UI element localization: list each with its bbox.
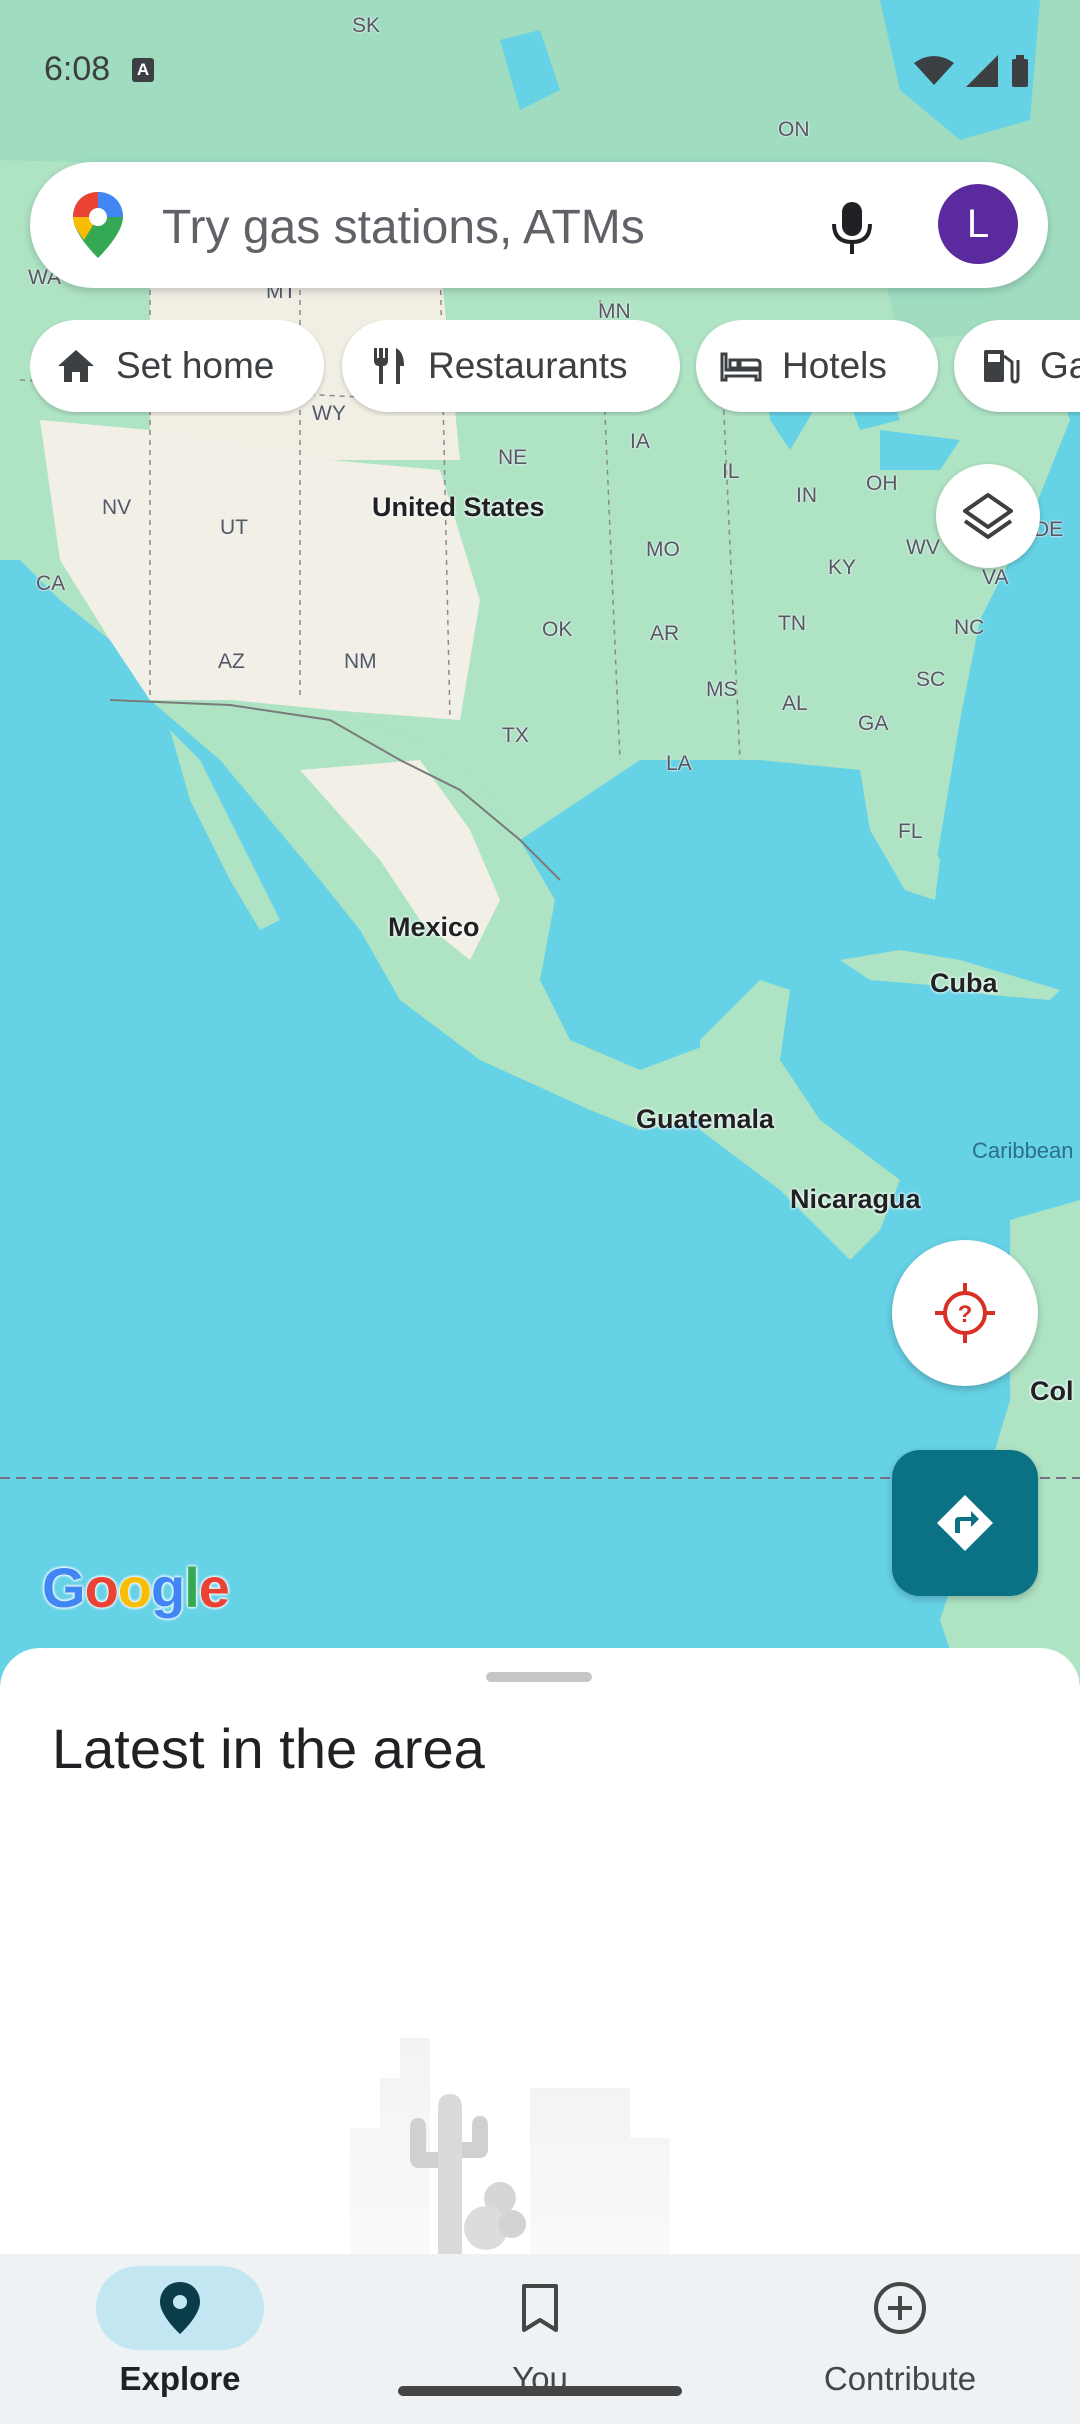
map-label-state: OK	[542, 618, 573, 641]
status-bar: 6:08 A	[0, 0, 1080, 140]
add-circle-icon	[870, 2278, 930, 2338]
bottom-sheet[interactable]: Latest in the area	[0, 1648, 1080, 2254]
chip-label: Ga	[1040, 345, 1080, 386]
directions-icon	[937, 1495, 993, 1551]
gesture-bar[interactable]	[398, 2386, 682, 2396]
map-label-state: LA	[666, 752, 692, 775]
map-label-country[interactable]: Col	[1030, 1376, 1074, 1407]
map-label-country[interactable]: United States	[372, 492, 545, 523]
battery-icon	[1012, 55, 1028, 87]
restaurant-icon	[366, 344, 410, 388]
layers-button[interactable]	[936, 464, 1040, 568]
search-input[interactable]: Try gas stations, ATMs	[162, 200, 645, 255]
chip-restaurants[interactable]: Restaurants	[342, 320, 680, 412]
nav-label: Explore	[119, 2360, 241, 2397]
map-label-state: NM	[344, 650, 377, 673]
svg-text:?: ?	[958, 1301, 973, 1328]
nav-contribute[interactable]: Contribute	[720, 2254, 1080, 2424]
map-label-state: VA	[982, 566, 1009, 589]
map-label-state: TX	[502, 724, 529, 747]
notification-icon: A	[132, 58, 154, 82]
map-label-sea: Caribbean	[972, 1138, 1074, 1163]
microphone-icon[interactable]	[830, 200, 874, 256]
bookmark-icon	[510, 2278, 570, 2338]
layers-icon	[963, 493, 1013, 539]
explore-pin-icon	[150, 2278, 210, 2338]
nav-you[interactable]: You	[360, 2254, 720, 2424]
chip-set-home[interactable]: Set home	[30, 320, 324, 412]
map-label-state: MO	[646, 538, 680, 561]
google-logo: Google	[42, 1556, 230, 1619]
map-label-state: TN	[778, 612, 806, 635]
nav-label: Contribute	[823, 2360, 977, 2397]
map-label-state: UT	[220, 516, 248, 539]
chip-label: Restaurants	[428, 345, 628, 386]
wifi-icon	[914, 56, 954, 85]
chip-hotels[interactable]: Hotels	[696, 320, 938, 412]
map-label-state: MS	[706, 678, 738, 701]
location-unknown-icon: ?	[935, 1283, 995, 1343]
my-location-button[interactable]: ?	[892, 1240, 1038, 1386]
map-label-state: IN	[796, 484, 817, 507]
status-time: 6:08	[44, 50, 111, 88]
map-label-state: AR	[650, 622, 680, 645]
directions-button[interactable]	[892, 1450, 1038, 1596]
home-icon	[54, 344, 98, 388]
map-label-state: CA	[36, 572, 66, 595]
map-label-state: NV	[102, 496, 132, 519]
map-label-state: FL	[898, 820, 923, 843]
map-label-state: IA	[630, 430, 650, 453]
bottom-navigation: Explore You Contribute	[0, 2254, 1080, 2424]
gas-station-icon	[978, 344, 1022, 388]
status-icons	[914, 55, 1030, 87]
sheet-drag-handle[interactable]	[486, 1672, 592, 1682]
chip-label: Set home	[116, 345, 275, 386]
sheet-title: Latest in the area	[52, 1717, 485, 1780]
chip-label: Hotels	[782, 345, 887, 386]
account-avatar[interactable]: L	[938, 184, 1018, 264]
nav-explore[interactable]: Explore	[0, 2254, 360, 2424]
maps-pin-icon	[73, 192, 123, 258]
map-label-state: SC	[916, 668, 946, 691]
hotel-icon	[720, 344, 764, 388]
map-label-state: NE	[498, 446, 528, 469]
map-label-country[interactable]: Nicaragua	[790, 1184, 921, 1215]
map-label-state: NC	[954, 616, 985, 639]
map-label-state: GA	[858, 712, 889, 735]
map-label-country[interactable]: Cuba	[930, 968, 998, 999]
map-label-state: AZ	[218, 650, 245, 673]
map-label-state: KY	[828, 556, 857, 579]
map-label-state: IL	[722, 460, 740, 483]
chip-gas[interactable]: Ga	[954, 320, 1080, 412]
map-label-state: OH	[866, 472, 898, 495]
signal-icon	[966, 55, 998, 87]
map-label-country[interactable]: Mexico	[388, 912, 480, 943]
map-label-state: WV	[906, 536, 940, 559]
map-label-country[interactable]: Guatemala	[636, 1104, 774, 1135]
desert-illustration	[350, 2038, 670, 2254]
category-chips: Set home Restaurants Hotels Ga	[30, 320, 1080, 416]
search-bar[interactable]: Try gas stations, ATMs L	[30, 162, 1048, 288]
map-label-state: AL	[782, 692, 808, 715]
